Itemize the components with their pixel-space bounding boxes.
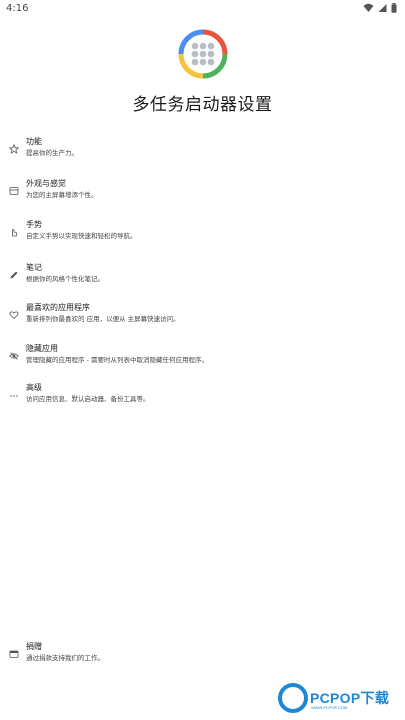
setting-item-donate[interactable]: 捐赠 通过捐款支持我们的工作。	[0, 641, 405, 671]
setting-item-advanced[interactable]: 高级 访问应用信息、默认启动器、备份工具等。	[0, 382, 405, 412]
eye-hidden-icon	[9, 351, 19, 361]
setting-item-favorite-apps[interactable]: 最喜欢的应用程序 重新排列你最喜欢的 应用，以便从 主屏幕快速访问。	[0, 302, 405, 332]
watermark-logo: PCPOP下载 WWW.PCPOP.COM	[278, 683, 402, 717]
setting-item-hidden-apps[interactable]: 隐藏应用 管理隐藏的应用程序 - 需要时从列表中取消隐藏任何应用程序。	[0, 343, 405, 373]
app-grid-logo-icon	[177, 28, 229, 80]
gesture-hand-icon	[9, 227, 19, 237]
setting-subtitle: 自定义手势以实现快速和轻松的导航。	[26, 232, 137, 240]
setting-subtitle: 访问应用信息、默认启动器、备份工具等。	[26, 395, 150, 403]
setting-subtitle: 重新排列你最喜欢的 应用，以便从 主屏幕快速访问。	[26, 315, 180, 323]
setting-title: 笔记	[26, 263, 42, 272]
setting-item-features[interactable]: 功能 提高你的生产力。	[0, 136, 405, 166]
setting-item-look-and-feel[interactable]: 外观与感觉 为您的主屏幕增添个性。	[0, 178, 405, 208]
watermark-p-icon	[278, 683, 308, 713]
setting-title: 隐藏应用	[26, 344, 58, 353]
setting-item-gestures[interactable]: 手势 自定义手势以实现快速和轻松的导航。	[0, 219, 405, 249]
status-icons	[363, 3, 397, 13]
palette-icon	[9, 186, 19, 196]
watermark-sub: WWW.PCPOP.COM	[311, 705, 348, 710]
setting-title: 手势	[26, 220, 42, 229]
wifi-icon	[363, 3, 374, 13]
donate-icon	[9, 649, 19, 659]
setting-subtitle: 通过捐款支持我们的工作。	[26, 654, 104, 662]
more-icon	[9, 390, 19, 400]
setting-title: 捐赠	[26, 642, 42, 651]
setting-subtitle: 管理隐藏的应用程序 - 需要时从列表中取消隐藏任何应用程序。	[26, 356, 208, 364]
setting-title: 最喜欢的应用程序	[26, 303, 90, 312]
heart-icon	[9, 310, 19, 320]
setting-title: 高级	[26, 383, 42, 392]
status-bar: 4:16	[0, 0, 405, 20]
setting-subtitle: 根据你的风格个性化笔记。	[26, 275, 104, 283]
star-icon	[9, 144, 19, 154]
status-time: 4:16	[6, 3, 29, 14]
setting-title: 功能	[26, 137, 42, 146]
battery-icon	[391, 3, 397, 13]
page-title: 多任务启动器设置	[132, 95, 273, 115]
setting-item-notes[interactable]: 笔记 根据你的风格个性化笔记。	[0, 262, 405, 292]
setting-subtitle: 为您的主屏幕增添个性。	[26, 191, 98, 199]
setting-subtitle: 提高你的生产力。	[26, 149, 78, 157]
pencil-icon	[9, 270, 19, 280]
setting-title: 外观与感觉	[26, 179, 66, 188]
signal-icon	[378, 3, 387, 13]
